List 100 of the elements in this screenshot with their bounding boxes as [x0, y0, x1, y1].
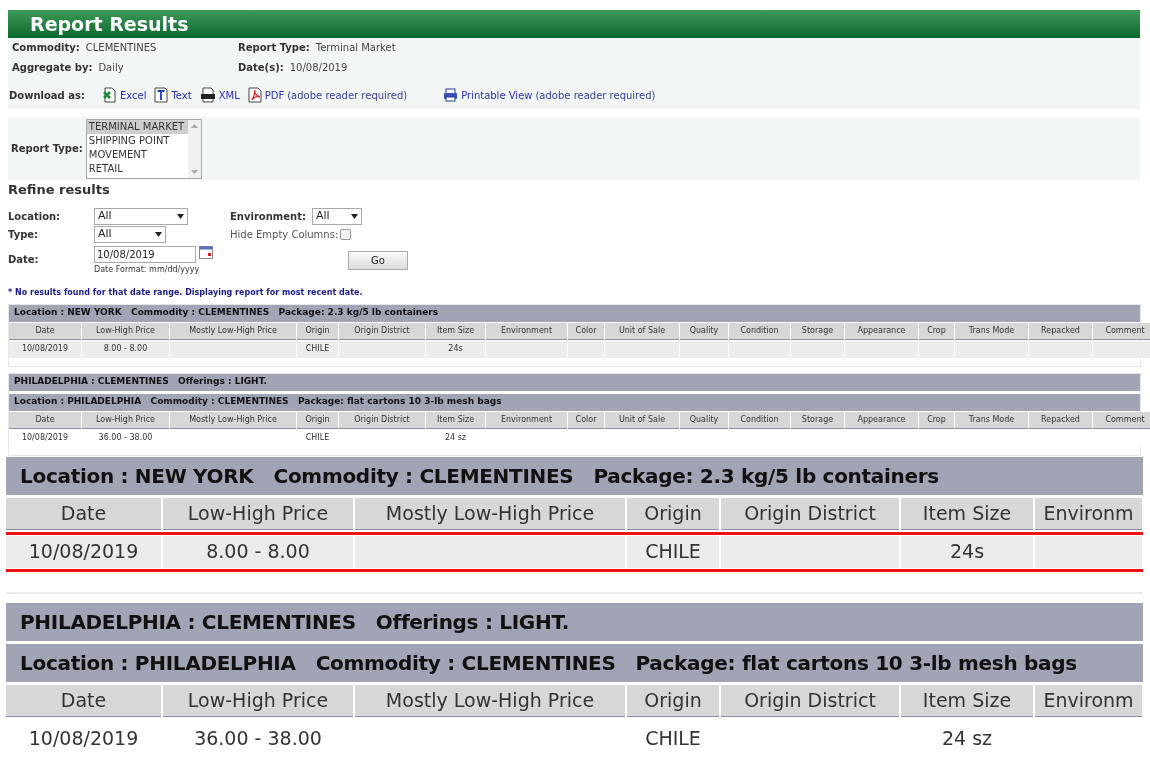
summary-label: Commodity:	[12, 41, 80, 55]
listbox-option[interactable]: TERMINAL MARKET	[86, 119, 188, 134]
column-header: Condition	[729, 411, 790, 429]
column-header: Color	[568, 322, 604, 340]
dropdown-value: All	[315, 207, 330, 224]
column-header: Mostly Low-High Price	[170, 411, 296, 429]
table-cell: 8.00 - 8.00	[82, 340, 169, 358]
column-header: Low-High Price	[82, 322, 169, 340]
column-header: Item Size	[901, 497, 1033, 530]
text-file-icon	[154, 87, 169, 103]
download-link[interactable]: PDF (adobe reader required)	[247, 87, 408, 103]
xml-file-icon	[199, 87, 216, 103]
dropdown[interactable]: All	[311, 207, 362, 225]
column-header: Origin	[627, 497, 719, 530]
listbox-option[interactable]: SHIPPING POINT	[86, 133, 188, 148]
date-format-hint: Date Format: mm/dd/yyyy	[94, 263, 201, 276]
listbox-option[interactable]: MOVEMENT	[86, 147, 188, 162]
download-link[interactable]: Text	[154, 87, 192, 103]
table-title-bar: Location : NEW YORK Commodity : CLEMENTINES Package: 2.3 kg/5 lb containers	[6, 456, 1143, 495]
column-header: Origin District	[721, 684, 899, 717]
column-header: Origin	[297, 322, 338, 340]
spreadsheet-file-icon	[102, 87, 117, 103]
column-header: Storage	[791, 411, 844, 429]
report-type-label: Report Type:	[11, 142, 83, 156]
scroll-up-icon	[190, 123, 198, 128]
summary-label: Date(s):	[238, 61, 284, 75]
column-header: Appearance	[845, 322, 918, 340]
column-header: Unit of Sale	[605, 411, 679, 429]
column-header: Mostly Low-High Price	[355, 497, 625, 530]
column-header: Trans Mode	[955, 411, 1028, 429]
offerings-bar: PHILADELPHIA : CLEMENTINES Offerings : LIGHT.	[6, 602, 1143, 641]
column-header: Environm	[1035, 684, 1142, 717]
table-title-bar: Location : PHILADELPHIA Commodity : CLEMENTINES Package: flat cartons 10 3-lb mesh bags	[6, 643, 1143, 682]
hide-empty-columns-label: Hide Empty Columns:	[230, 227, 339, 242]
table-cell: 10/08/2019	[9, 340, 81, 358]
page-title: Report Results	[30, 11, 189, 37]
column-header: Environment	[486, 411, 567, 429]
column-header: Appearance	[845, 411, 918, 429]
column-header: Comment	[1093, 322, 1150, 340]
download-link[interactable]: XML	[199, 87, 240, 103]
column-header: Origin District	[339, 411, 425, 429]
column-header: Mostly Low-High Price	[355, 684, 625, 717]
column-header: Low-High Price	[82, 411, 169, 429]
date-label: Date:	[8, 252, 40, 267]
notice-text: * No results found for that date range. Displaying report for most recent date.	[8, 286, 364, 299]
column-header: Comment	[1093, 411, 1150, 429]
table-cell: 10/08/2019	[6, 535, 161, 568]
download-link[interactable]: Printable View (adobe reader required)	[443, 87, 656, 103]
download-label: Download as:	[9, 88, 85, 103]
summary-label: Aggregate by:	[12, 61, 93, 75]
column-header: Storage	[791, 322, 844, 340]
listbox-option[interactable]: RETAIL	[86, 161, 188, 176]
column-header: Color	[568, 411, 604, 429]
dropdown-value: All	[98, 225, 112, 242]
summary-value: Daily	[98, 61, 124, 75]
table-title-bar: Location : NEW YORK Commodity : CLEMENTINES Package: 2.3 kg/5 lb containers	[9, 304, 1140, 322]
offerings-bar: PHILADELPHIA : CLEMENTINES Offerings : LIGHT.	[9, 373, 1140, 391]
column-header: Low-High Price	[163, 497, 353, 530]
column-header: Mostly Low-High Price	[170, 322, 296, 340]
dropdown[interactable]: All	[94, 225, 166, 243]
column-header: Date	[6, 497, 161, 530]
column-header: Origin	[297, 411, 338, 429]
column-header: Item Size	[426, 411, 485, 429]
column-header: Origin District	[339, 322, 425, 340]
column-header: Quality	[680, 322, 728, 340]
column-header: Item Size	[901, 684, 1033, 717]
pdf-file-icon	[247, 87, 262, 103]
summary-label: Report Type:	[238, 41, 310, 55]
table-title-bar: Location : PHILADELPHIA Commodity : CLEMENTINES Package: flat cartons 10 3-lb mesh bags	[9, 393, 1140, 411]
dropdown-value: All	[98, 207, 112, 224]
table-cell: 24s	[901, 535, 1033, 568]
location-label: Location:	[8, 209, 62, 224]
calendar-icon[interactable]	[199, 245, 213, 259]
column-header: Crop	[919, 322, 954, 340]
environment-label: Environment:	[230, 209, 306, 224]
table-cell: CHILE	[297, 340, 338, 358]
checkbox[interactable]	[340, 228, 352, 240]
go-button[interactable]: Go	[348, 250, 408, 270]
column-header: Quality	[680, 411, 728, 429]
column-header: Condition	[729, 322, 790, 340]
column-header: Item Size	[426, 322, 485, 340]
report-type-listbox[interactable]: TERMINAL MARKET SHIPPING POINT MOVEMENT RETAIL	[85, 118, 202, 179]
scroll-down-icon	[190, 169, 198, 174]
summary-value: Terminal Market	[315, 41, 396, 55]
date-field[interactable]: 10/08/2019	[94, 245, 196, 263]
dropdown[interactable]: All	[94, 207, 188, 225]
column-header: Date	[9, 411, 81, 429]
column-header: Low-High Price	[163, 684, 353, 717]
column-header: Repacked	[1029, 411, 1092, 429]
table-cell: 8.00 - 8.00	[163, 535, 353, 568]
download-link[interactable]: Excel	[102, 87, 147, 103]
column-header: Origin	[627, 684, 719, 717]
summary-value: CLEMENTINES	[85, 41, 157, 55]
column-header: Date	[6, 684, 161, 717]
dropdown-arrow-icon	[177, 213, 184, 219]
table-cell: 24s	[426, 340, 485, 358]
printer-icon	[443, 88, 459, 102]
summary-value: 10/08/2019	[289, 61, 348, 75]
column-header: Unit of Sale	[605, 322, 679, 340]
column-header: Environment	[486, 322, 567, 340]
